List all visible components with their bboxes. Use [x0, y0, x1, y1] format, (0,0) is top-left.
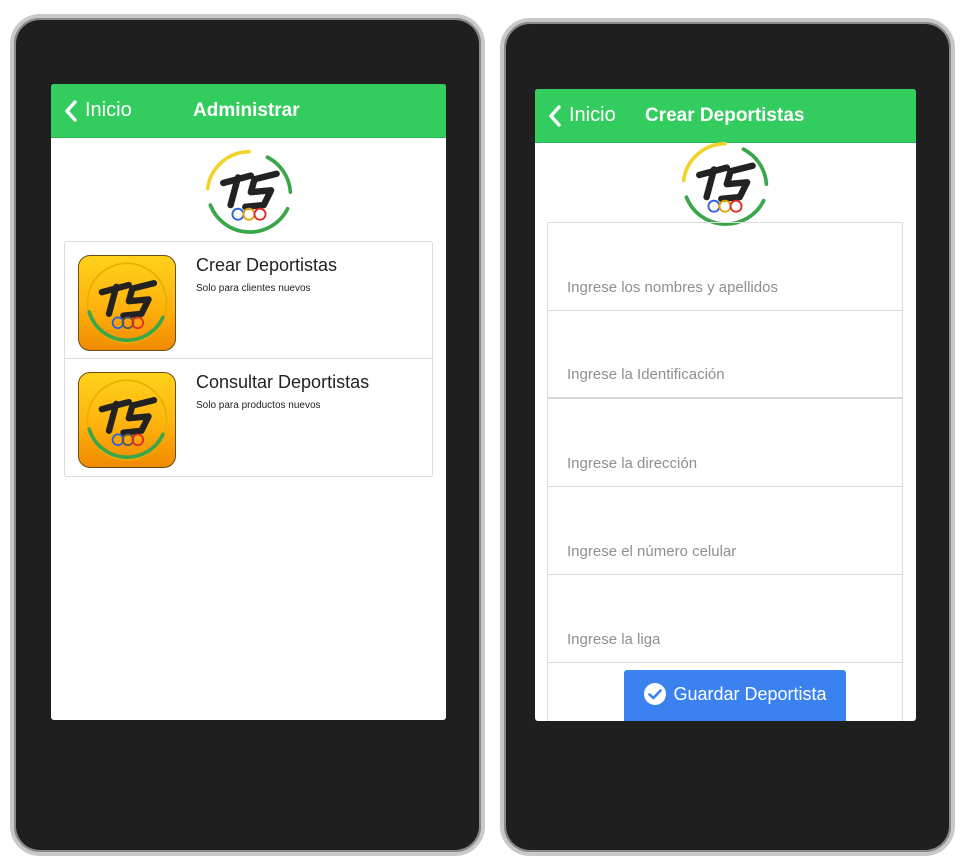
field-row: [548, 311, 902, 399]
item-title: Crear Deportistas: [196, 255, 338, 275]
league-input[interactable]: [548, 616, 902, 662]
field-row: [548, 399, 902, 487]
phone-frame-left: Inicio Administrar Crear Deportistas Sol…: [10, 14, 485, 856]
logo-icon: [681, 141, 769, 230]
save-label: Guardar Deportista: [673, 683, 827, 704]
save-athlete-button[interactable]: Guardar Deportista: [624, 670, 846, 721]
logo-icon: [86, 379, 168, 461]
field-row: [548, 575, 902, 663]
screen-crear-deportistas: Inicio Crear Deportistas Ingrese los nom…: [535, 89, 916, 721]
navbar: Inicio Crear Deportistas: [535, 89, 916, 143]
menu-item-consultar-deportistas[interactable]: Consultar Deportistas Solo para producto…: [65, 359, 432, 476]
menu-list: Crear Deportistas Solo para clientes nue…: [64, 241, 433, 477]
logo-icon: [86, 262, 168, 344]
names-input[interactable]: [548, 264, 902, 310]
check-circle-icon: [644, 683, 667, 705]
chevron-left-icon: [65, 99, 77, 122]
back-label: Inicio: [569, 104, 616, 126]
item-subtitle: Solo para clientes nuevos: [196, 283, 311, 294]
create-athlete-form: [547, 222, 903, 721]
menu-item-crear-deportistas[interactable]: Crear Deportistas Solo para clientes nue…: [65, 242, 432, 359]
logo-icon: [205, 149, 293, 238]
back-button[interactable]: Inicio: [545, 89, 616, 142]
address-input[interactable]: [548, 440, 902, 486]
item-title: Consultar Deportistas: [196, 372, 370, 392]
screen-administrar: Inicio Administrar Crear Deportistas Sol…: [51, 84, 446, 720]
item-thumbnail: [78, 255, 176, 351]
item-thumbnail: [78, 372, 176, 468]
navbar: Inicio Administrar: [51, 84, 446, 138]
identification-input[interactable]: [548, 351, 902, 397]
field-row: [548, 487, 902, 575]
item-subtitle: Solo para productos nuevos: [196, 400, 321, 411]
page-title: Administrar: [193, 100, 300, 121]
field-row: [548, 223, 902, 311]
chevron-left-icon: [549, 104, 561, 127]
phone-input[interactable]: [548, 528, 902, 574]
phone-frame-right: Inicio Crear Deportistas Ingrese los nom…: [500, 18, 955, 856]
back-label: Inicio: [85, 99, 132, 121]
back-button[interactable]: Inicio: [61, 84, 132, 137]
page-title: Crear Deportistas: [645, 105, 805, 126]
